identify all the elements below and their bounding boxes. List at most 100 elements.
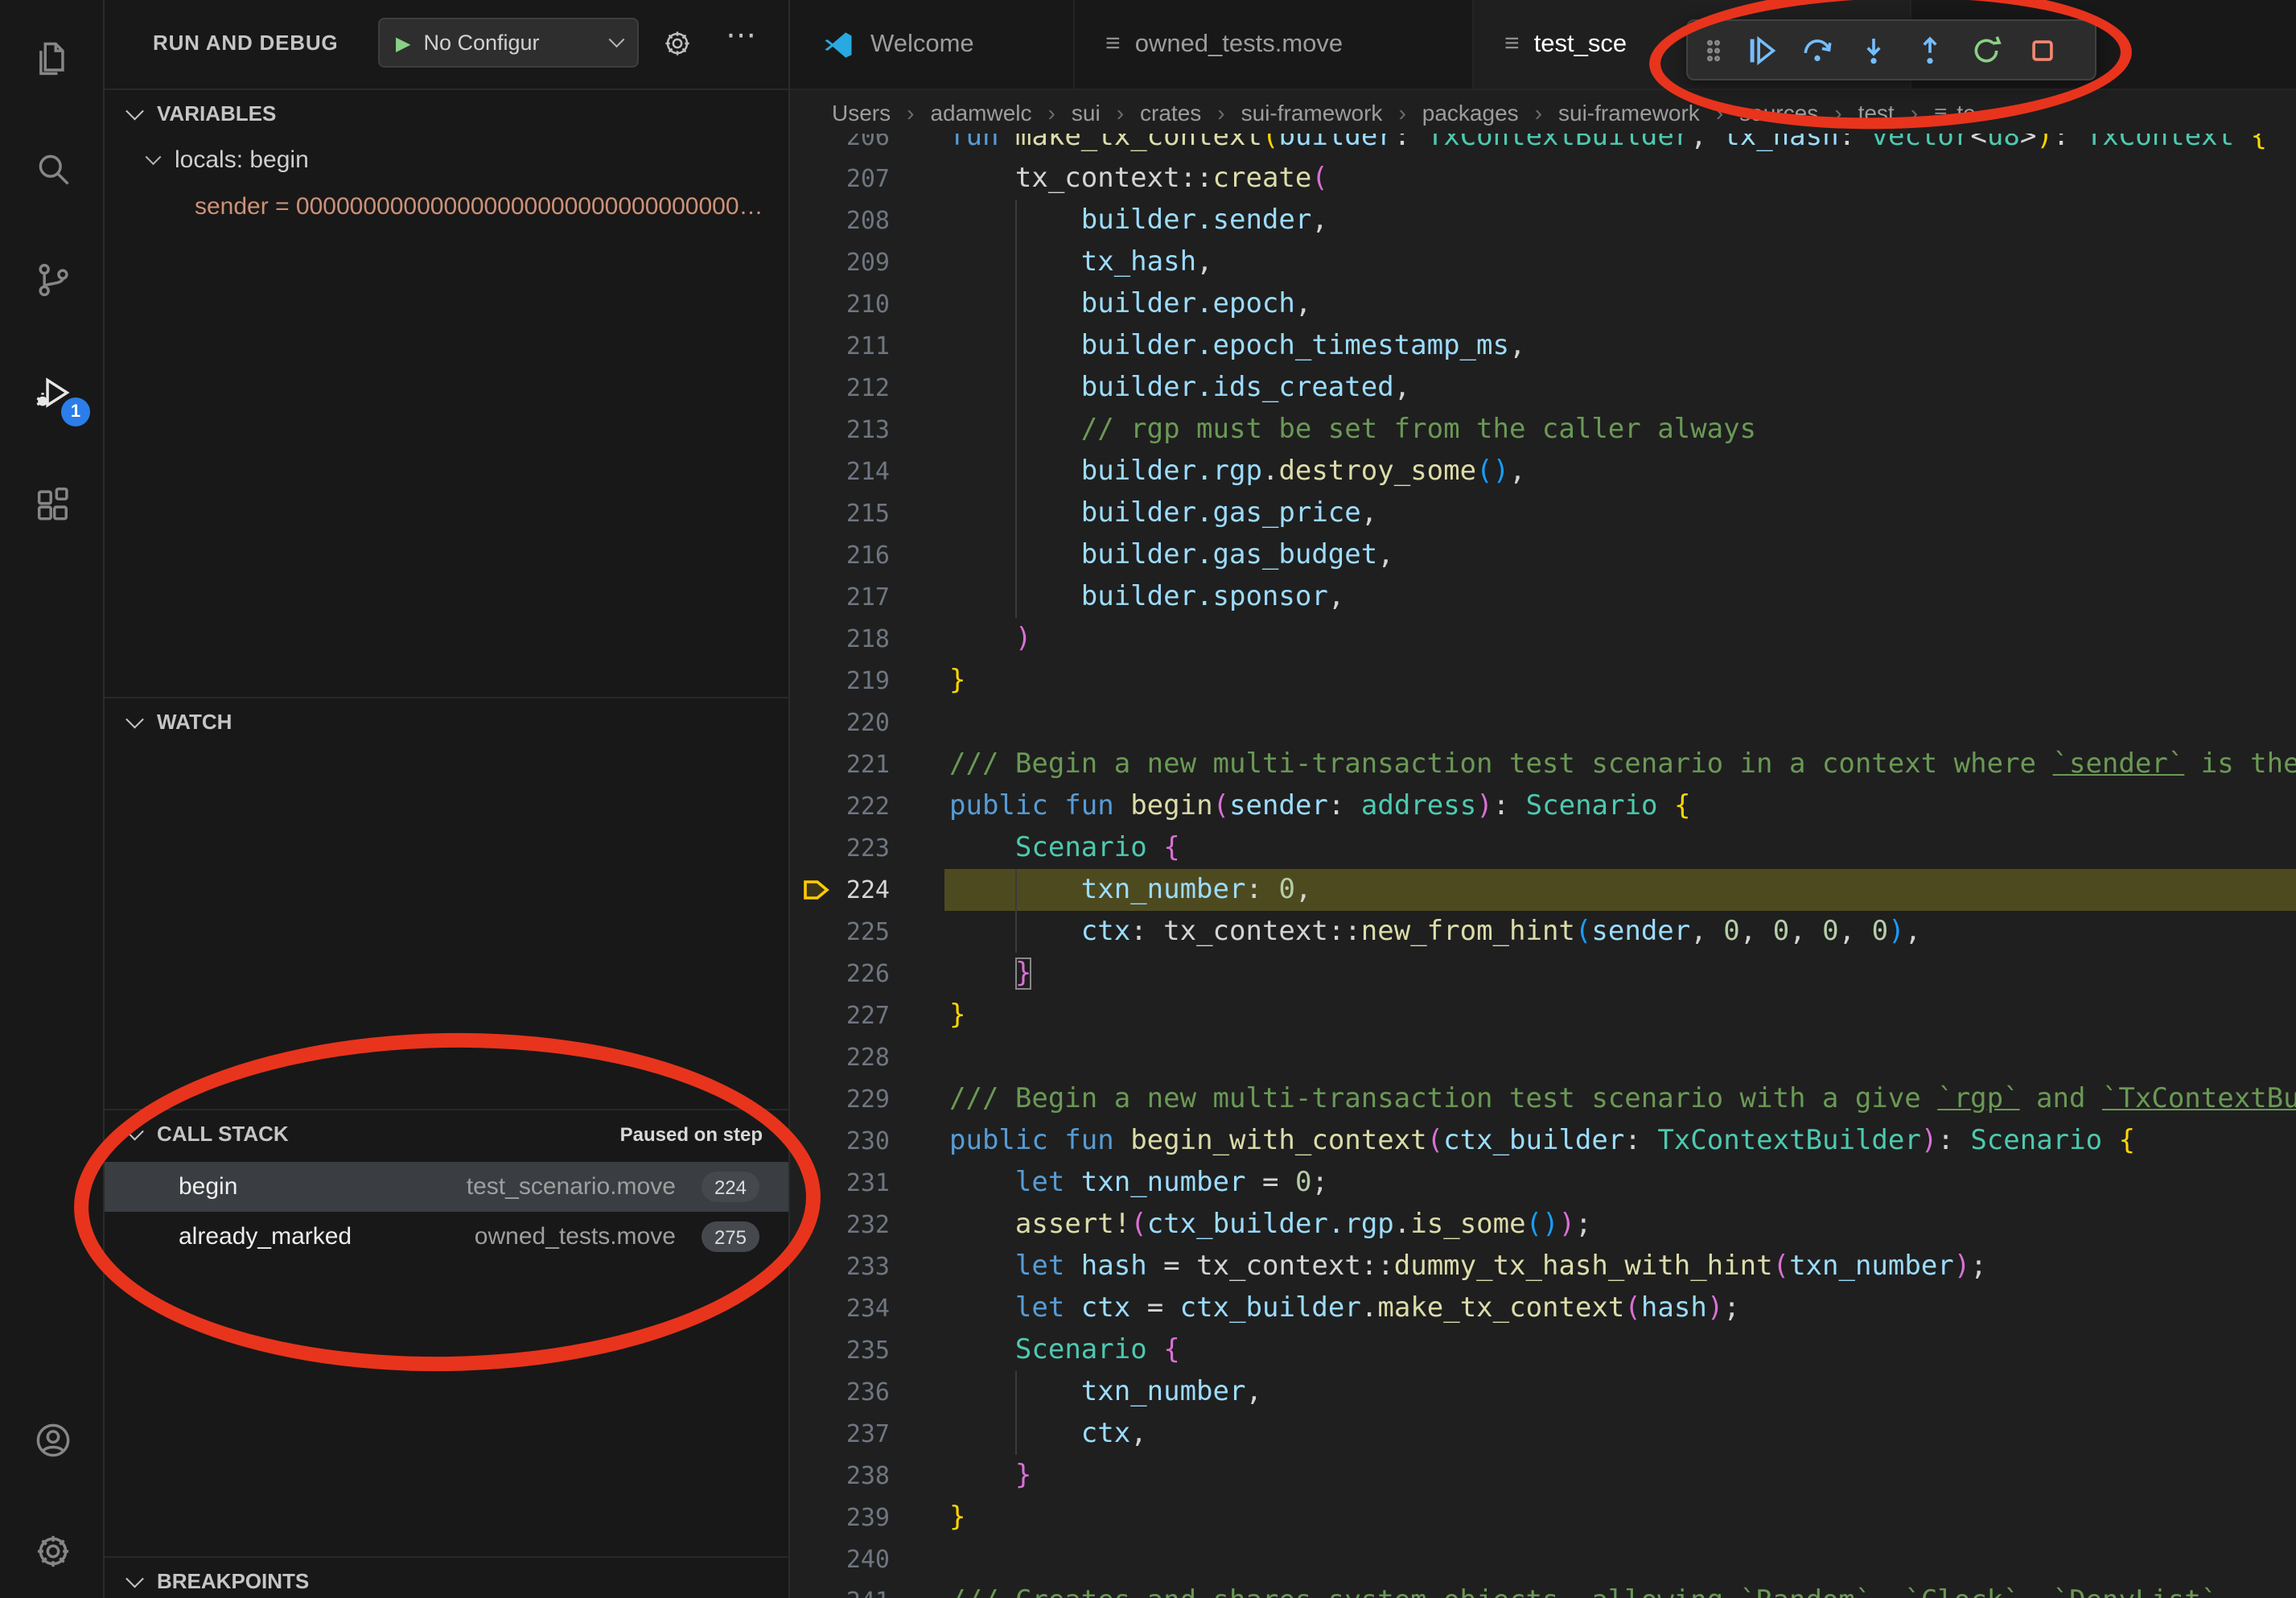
code-line[interactable]: 221 /// Begin a new multi-transaction tes… [790, 743, 2296, 785]
account-icon[interactable] [32, 1419, 74, 1461]
explorer-icon[interactable] [32, 39, 74, 80]
code-line[interactable]: 211 builder.epoch_timestamp_ms, [790, 325, 2296, 367]
line-number[interactable]: 236 [790, 1371, 890, 1413]
code-line[interactable]: 227} [790, 995, 2296, 1036]
code-line[interactable]: 220 [790, 702, 2296, 743]
code-text[interactable]: ctx: tx_context::new_from_hint(sender, 0… [949, 911, 2296, 953]
code-text[interactable]: /// Begin a new multi-transaction test s… [949, 743, 2296, 785]
code-text[interactable]: tx_hash, [949, 241, 2296, 283]
code-line[interactable]: 217 builder.sponsor, [790, 576, 2296, 618]
code-line[interactable]: 239} [790, 1497, 2296, 1538]
breadcrumb-item[interactable]: sui-framework [1558, 99, 1700, 125]
code-line[interactable]: 224 txn_number: 0, [790, 869, 2296, 911]
start-debugging-icon[interactable]: ▶ [396, 33, 410, 52]
breadcrumb-item[interactable]: adamwelc [930, 99, 1031, 125]
code-line[interactable]: 226 } [790, 953, 2296, 995]
line-number[interactable]: 234 [790, 1287, 890, 1329]
source-control-icon[interactable] [32, 259, 74, 301]
code-line[interactable]: 206fun make_tx_context(builder: TxContex… [790, 134, 2296, 158]
search-icon[interactable] [32, 148, 74, 190]
code-line[interactable]: 241 /// Creates and shares system objects… [790, 1580, 2296, 1598]
call-stack-frame[interactable]: begin test_scenario.move 224 [105, 1162, 788, 1212]
breadcrumb-item[interactable]: te [1957, 99, 1975, 125]
section-header-breakpoints[interactable]: BREAKPOINTS [105, 1558, 788, 1598]
code-line[interactable]: 215 builder.gas_price, [790, 492, 2296, 534]
line-number[interactable]: 212 [790, 367, 890, 409]
line-number[interactable]: 233 [790, 1246, 890, 1287]
code-line[interactable]: 233 let hash = tx_context::dummy_tx_hash… [790, 1246, 2296, 1287]
code-line[interactable]: 229/// Begin a new multi-transaction tes… [790, 1078, 2296, 1120]
code-text[interactable]: /// Creates and shares system objects, a… [949, 1580, 2296, 1598]
line-number[interactable]: 240 [790, 1538, 890, 1580]
code-text[interactable]: ctx, [949, 1413, 2296, 1455]
variables-scope-row[interactable]: locals: begin [105, 137, 788, 183]
line-number[interactable]: 241 [790, 1580, 890, 1598]
code-text[interactable]: fun make_tx_context(builder: TxContextBu… [949, 134, 2296, 158]
code-text[interactable]: public fun begin(sender: address): Scena… [949, 785, 2296, 827]
line-number[interactable]: 209 [790, 241, 890, 283]
code-text[interactable]: builder.ids_created, [949, 367, 2296, 409]
code-line[interactable]: 219} [790, 660, 2296, 702]
code-line[interactable]: 216 builder.gas_budget, [790, 534, 2296, 576]
line-number[interactable]: 222 [790, 785, 890, 827]
code-line[interactable]: 207 tx_context::create( [790, 158, 2296, 200]
line-number[interactable]: 238 [790, 1455, 890, 1497]
code-line[interactable]: 231 let txn_number = 0; [790, 1162, 2296, 1204]
code-line[interactable]: 213 // rgp must be set from the caller a… [790, 409, 2296, 451]
section-header-watch[interactable]: WATCH [105, 698, 788, 745]
line-number[interactable]: 211 [790, 325, 890, 367]
continue-icon[interactable] [1738, 27, 1784, 73]
code-text[interactable]: builder.gas_price, [949, 492, 2296, 534]
line-number[interactable]: 208 [790, 200, 890, 241]
code-text[interactable]: builder.epoch, [949, 283, 2296, 325]
code-text[interactable]: let ctx = ctx_builder.make_tx_context(ha… [949, 1287, 2296, 1329]
code-text[interactable]: builder.sponsor, [949, 576, 2296, 618]
toolbar-drag-handle-icon[interactable] [1699, 27, 1728, 73]
tab-owned-tests[interactable]: ≡ owned_tests.move [1075, 0, 1474, 89]
extensions-icon[interactable] [32, 484, 74, 526]
line-number[interactable]: 235 [790, 1329, 890, 1371]
step-into-icon[interactable] [1850, 27, 1897, 73]
code-text[interactable]: ) [949, 618, 2296, 660]
code-text[interactable]: } [949, 1455, 2296, 1497]
line-number[interactable]: 232 [790, 1204, 890, 1246]
line-number[interactable]: 210 [790, 283, 890, 325]
line-number[interactable]: 225 [790, 911, 890, 953]
line-number[interactable]: 207 [790, 158, 890, 200]
line-number[interactable]: 239 [790, 1497, 890, 1538]
code-line[interactable]: 228 [790, 1036, 2296, 1078]
line-number[interactable]: 217 [790, 576, 890, 618]
line-number[interactable]: 226 [790, 953, 890, 995]
code-text[interactable]: Scenario { [949, 827, 2296, 869]
code-line[interactable]: 209 tx_hash, [790, 241, 2296, 283]
stop-icon[interactable] [2019, 27, 2066, 73]
code-line[interactable]: 214 builder.rgp.destroy_some(), [790, 451, 2296, 492]
line-number[interactable]: 223 [790, 827, 890, 869]
code-text[interactable]: Scenario { [949, 1329, 2296, 1371]
line-number[interactable]: 221 [790, 743, 890, 785]
step-over-icon[interactable] [1794, 27, 1841, 73]
line-number[interactable]: 230 [790, 1120, 890, 1162]
tab-welcome[interactable]: Welcome [790, 0, 1075, 89]
breadcrumb-item[interactable]: test [1858, 99, 1895, 125]
code-text[interactable]: } [949, 953, 2296, 995]
code-line[interactable]: 238 } [790, 1455, 2296, 1497]
line-number[interactable]: 237 [790, 1413, 890, 1455]
code-line[interactable]: 210 builder.epoch, [790, 283, 2296, 325]
call-stack-frame[interactable]: already_marked owned_tests.move 275 [105, 1212, 788, 1262]
line-number[interactable]: 219 [790, 660, 890, 702]
code-text[interactable]: // rgp must be set from the caller alway… [949, 409, 2296, 451]
code-text[interactable]: assert!(ctx_builder.rgp.is_some()); [949, 1204, 2296, 1246]
more-actions-icon[interactable]: ⋯ [726, 21, 756, 51]
code-line[interactable]: 234 let ctx = ctx_builder.make_tx_contex… [790, 1287, 2296, 1329]
code-line[interactable]: 237 ctx, [790, 1413, 2296, 1455]
code-line[interactable]: 212 builder.ids_created, [790, 367, 2296, 409]
line-number[interactable]: 227 [790, 995, 890, 1036]
code-line[interactable]: 225 ctx: tx_context::new_from_hint(sende… [790, 911, 2296, 953]
breadcrumb-item[interactable]: sources [1739, 99, 1818, 125]
code-text[interactable]: } [949, 995, 2296, 1036]
line-number[interactable]: 229 [790, 1078, 890, 1120]
line-number[interactable]: 214 [790, 451, 890, 492]
code-line[interactable]: 230public fun begin_with_context(ctx_bui… [790, 1120, 2296, 1162]
settings-gear-icon[interactable] [32, 1530, 74, 1572]
